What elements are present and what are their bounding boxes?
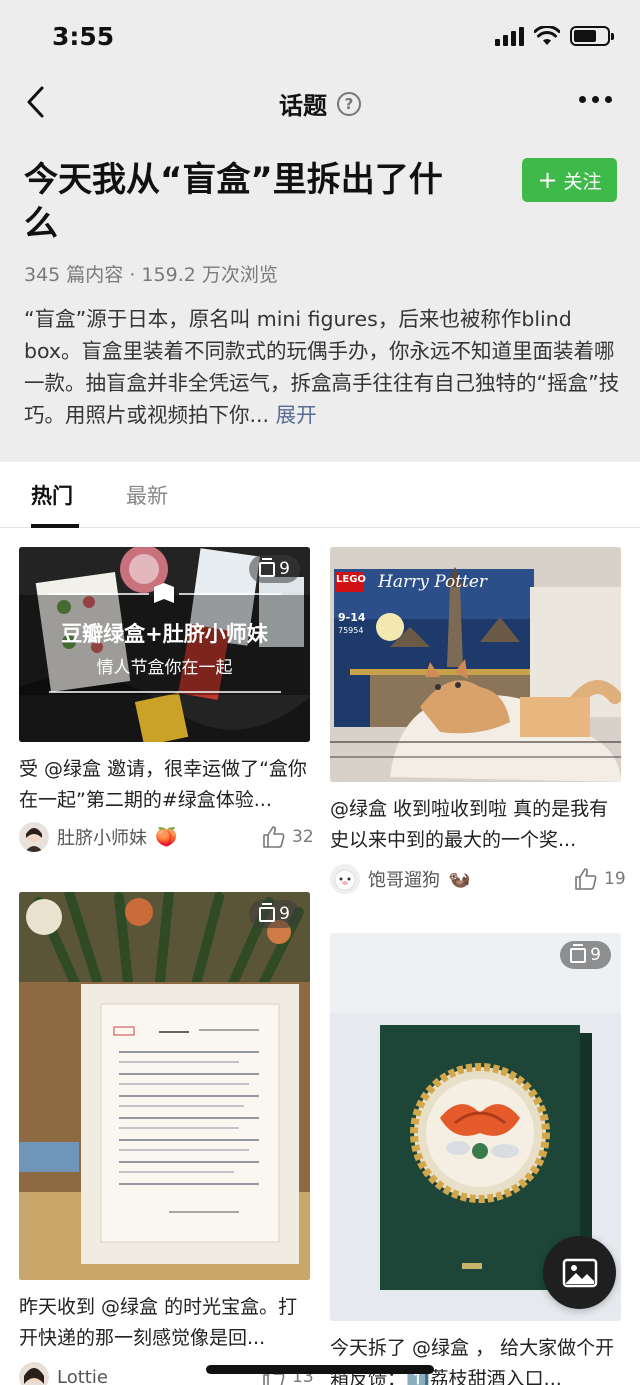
battery-icon xyxy=(570,26,614,46)
author-name: 肚脐小师妹 xyxy=(57,828,147,849)
post-image-button[interactable] xyxy=(543,1236,616,1309)
topic-title: 今天我从“盲盒”里拆出了什么 xyxy=(24,160,443,244)
post-author[interactable]: Lottie xyxy=(19,1362,108,1385)
image-count-badge: 9 xyxy=(560,941,611,969)
avatar xyxy=(19,822,49,852)
home-indicator[interactable] xyxy=(206,1365,434,1374)
thumbs-up-icon xyxy=(575,868,597,890)
tab-latest[interactable]: 最新 xyxy=(126,480,168,510)
tab-bar: 热门 最新 xyxy=(0,462,640,528)
like-button[interactable]: 32 xyxy=(262,825,314,849)
post-text[interactable]: @绿盒 收到啦收到啦 真的是我有史以来中到的最大的一个奖... xyxy=(330,794,625,856)
nav-title-group: 话题 ? xyxy=(0,86,640,121)
image-subline: 情人节盒你在一起 xyxy=(96,658,233,678)
plus-icon: + xyxy=(537,166,558,194)
expand-link[interactable]: 展开 xyxy=(276,403,317,427)
post-text[interactable]: 受 @绿盒 邀请，很幸运做了“盒你在一起”第二期的#绿盒体验... xyxy=(19,754,314,816)
like-button[interactable]: 19 xyxy=(574,867,626,891)
more-options-button[interactable] xyxy=(579,90,612,109)
post-author[interactable]: 饱哥遛狗 🦦 xyxy=(330,864,470,894)
avatar xyxy=(330,864,360,894)
topic-description: “盲盒”源于日本，原名叫 mini figures，后来也被称作blind bo… xyxy=(24,303,624,431)
thumbs-up-icon xyxy=(263,826,285,848)
wifi-icon xyxy=(534,26,560,45)
author-emoji: 🦦 xyxy=(448,868,471,890)
follow-button[interactable]: + 关注 xyxy=(522,158,617,202)
post-image[interactable]: LEGO Harry Potter 9-14 75954 xyxy=(330,547,621,782)
box-age: 9-14 xyxy=(338,611,366,624)
image-count: 9 xyxy=(590,945,601,965)
image-count-badge: 9 xyxy=(249,900,300,928)
like-count: 19 xyxy=(604,869,626,889)
topic-description-text: “盲盒”源于日本，原名叫 mini figures，后来也被称作blind bo… xyxy=(24,307,620,427)
gallery-icon xyxy=(570,943,587,963)
more-dot-icon xyxy=(605,96,612,103)
image-count: 9 xyxy=(279,559,290,579)
status-icons xyxy=(495,26,614,46)
image-count: 9 xyxy=(279,904,290,924)
status-bar: 3:55 xyxy=(0,0,640,76)
help-icon[interactable]: ? xyxy=(337,91,361,116)
page-title: 话题 xyxy=(279,92,327,120)
image-icon xyxy=(562,1258,597,1287)
post-author[interactable]: 肚脐小师妹 🍑 xyxy=(19,822,177,852)
like-count: 32 xyxy=(292,827,314,847)
post-text[interactable]: 今天拆了 @绿盒 ， 给大家做个开箱反馈：1️⃣荔枝甜酒入口... xyxy=(330,1333,625,1385)
lego-logo: LEGO xyxy=(336,574,366,585)
gallery-icon xyxy=(259,902,276,922)
box-set-number: 75954 xyxy=(338,626,364,635)
image-headline: 豆瓣绿盒+肚脐小师妹 xyxy=(61,622,268,646)
status-time: 3:55 xyxy=(52,22,115,51)
post-photo xyxy=(19,892,310,1280)
post-text[interactable]: 昨天收到 @绿盒 的时光宝盒。打开快递的那一刻感觉像是回... xyxy=(19,1292,314,1354)
author-name: Lottie xyxy=(57,1366,108,1385)
post-image[interactable]: 豆瓣绿盒+肚脐小师妹 情人节盒你在一起 9 xyxy=(19,547,310,742)
active-tab-indicator xyxy=(31,524,79,528)
follow-label: 关注 xyxy=(563,170,602,193)
more-dot-icon xyxy=(592,96,599,103)
nav-bar: 话题 ? xyxy=(0,76,640,130)
author-emoji: 🍑 xyxy=(155,826,178,848)
signal-icon xyxy=(495,26,524,46)
more-dot-icon xyxy=(579,96,586,103)
avatar xyxy=(19,1362,49,1385)
post-image[interactable]: 9 xyxy=(19,892,310,1280)
author-name: 饱哥遛狗 xyxy=(368,870,440,891)
topic-stats: 345 篇内容 · 159.2 万次浏览 xyxy=(24,264,278,286)
tab-hot[interactable]: 热门 xyxy=(31,480,73,510)
box-title: Harry Potter xyxy=(378,572,488,592)
image-count-badge: 9 xyxy=(249,555,300,583)
gallery-icon xyxy=(259,557,276,577)
